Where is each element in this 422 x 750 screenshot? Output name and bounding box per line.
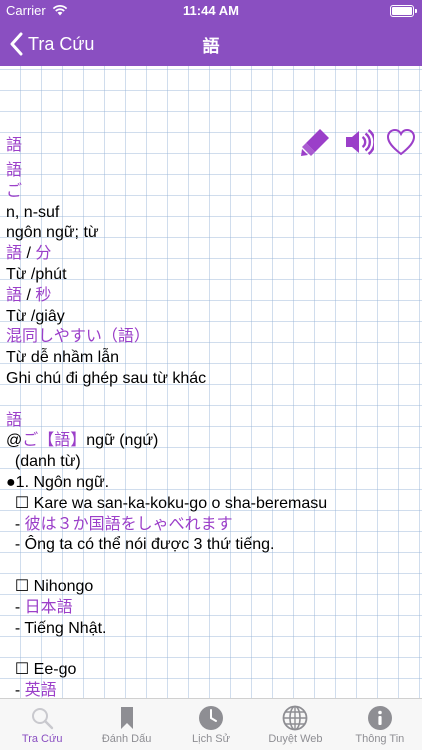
- entry-headword: 語: [6, 137, 23, 154]
- entry-line: - 英語: [6, 681, 416, 698]
- entry-line: Từ /giây: [6, 307, 65, 325]
- entry-line-segment: @: [6, 432, 23, 450]
- bookmark-icon: [119, 705, 135, 731]
- entry-line: 語: [6, 162, 23, 179]
- entry-line: ご: [6, 182, 23, 200]
- entry-line: (danh từ): [6, 453, 81, 471]
- entry-line: [6, 390, 416, 411]
- entry-line-segment: 日本語: [24, 598, 73, 616]
- entry-line: ☐ Kare wa san-ka-koku-go o sha-beremasu: [6, 494, 328, 512]
- tab-bar: Tra Cứu Đánh Dấu Lịch Sử Duyệt Web Thông…: [0, 698, 422, 750]
- entry-line: - 彼は３か国語をしゃべれます: [6, 515, 416, 536]
- entry-line-segment: 彼は３か国語をしゃべれます: [24, 515, 233, 533]
- entry-line-segment: 秒: [35, 286, 52, 304]
- tab-thong-tin[interactable]: Thông Tin: [338, 699, 422, 750]
- entry-line: ngôn ngữ; từ: [6, 224, 99, 242]
- entry-lines: 語ご n, n-suf ngôn ngữ; từ 語 / 分 Từ /phút 語 / 秒…: [6, 161, 416, 698]
- entry-line: - 日本語: [6, 598, 416, 619]
- navigation-bar: Tra Cứu 語: [0, 22, 422, 66]
- entry-line: Từ dễ nhầm lẫn: [6, 349, 119, 367]
- entry-line: [6, 556, 416, 577]
- info-icon: [367, 705, 393, 731]
- entry-line-segment: /: [22, 245, 36, 263]
- entry-line: ☐ Nihongo: [6, 577, 94, 595]
- tab-duyet-web[interactable]: Duyệt Web: [253, 699, 337, 750]
- entry-line: @ご【語】ngữ (ngứ): [6, 431, 416, 452]
- entry-line-segment: 分: [35, 245, 52, 263]
- entry-line: [6, 639, 416, 660]
- tab-label: Thông Tin: [355, 733, 405, 745]
- globe-icon: [282, 705, 308, 731]
- search-icon: [30, 705, 54, 731]
- status-bar: Carrier 11:44 AM: [0, 0, 422, 22]
- clock-icon: [198, 705, 224, 731]
- entry-line: ●1. Ngôn ngữ.: [6, 473, 110, 491]
- entry-line-segment: /: [22, 286, 36, 304]
- entry-line: 語: [6, 411, 23, 429]
- entry-line-segment: -: [6, 598, 25, 616]
- dictionary-entry: 語 語ご n, n-suf ngôn ngữ; từ 語 / 分 Từ /phút 語 /…: [6, 130, 416, 698]
- clock-time: 11:44 AM: [183, 3, 239, 18]
- tab-lich-su[interactable]: Lịch Sử: [169, 699, 253, 750]
- entry-line: 混同しやすい（語）: [6, 328, 150, 346]
- entry-line: ☐ Ee-go: [6, 661, 77, 679]
- entry-line-segment: -: [6, 515, 25, 533]
- entry-line: n, n-suf: [6, 203, 60, 221]
- tab-label: Duyệt Web: [268, 733, 323, 745]
- entry-line: 語 / 分: [6, 244, 416, 265]
- tab-tra-cuu[interactable]: Tra Cứu: [0, 699, 84, 750]
- tab-label: Tra Cứu: [21, 733, 63, 745]
- entry-line-segment: ご【語】: [22, 432, 87, 450]
- battery-icon: [390, 5, 417, 17]
- entry-line: Từ /phút: [6, 265, 67, 283]
- entry-line-segment: ngữ (ngứ): [86, 432, 159, 450]
- entry-line: Ghi chú đi ghép sau từ khác: [6, 369, 207, 387]
- entry-line-segment: 語: [6, 245, 23, 263]
- entry-line: 語 / 秒: [6, 286, 416, 307]
- tab-label: Lịch Sử: [192, 733, 230, 745]
- entry-line: - Ông ta có thể nói được 3 thứ tiếng.: [6, 536, 275, 554]
- entry-line-segment: 英語: [24, 681, 57, 698]
- entry-line-segment: 語: [6, 286, 23, 304]
- page-title: 語: [202, 37, 220, 57]
- entry-line-segment: -: [6, 681, 25, 698]
- entry-content[interactable]: 語 語ご n, n-suf ngôn ngữ; từ 語 / 分 Từ /phút 語 /…: [0, 66, 422, 698]
- tab-danh-dau[interactable]: Đánh Dấu: [84, 699, 168, 750]
- tab-label: Đánh Dấu: [101, 733, 152, 745]
- entry-line: - Tiếng Nhật.: [6, 619, 107, 637]
